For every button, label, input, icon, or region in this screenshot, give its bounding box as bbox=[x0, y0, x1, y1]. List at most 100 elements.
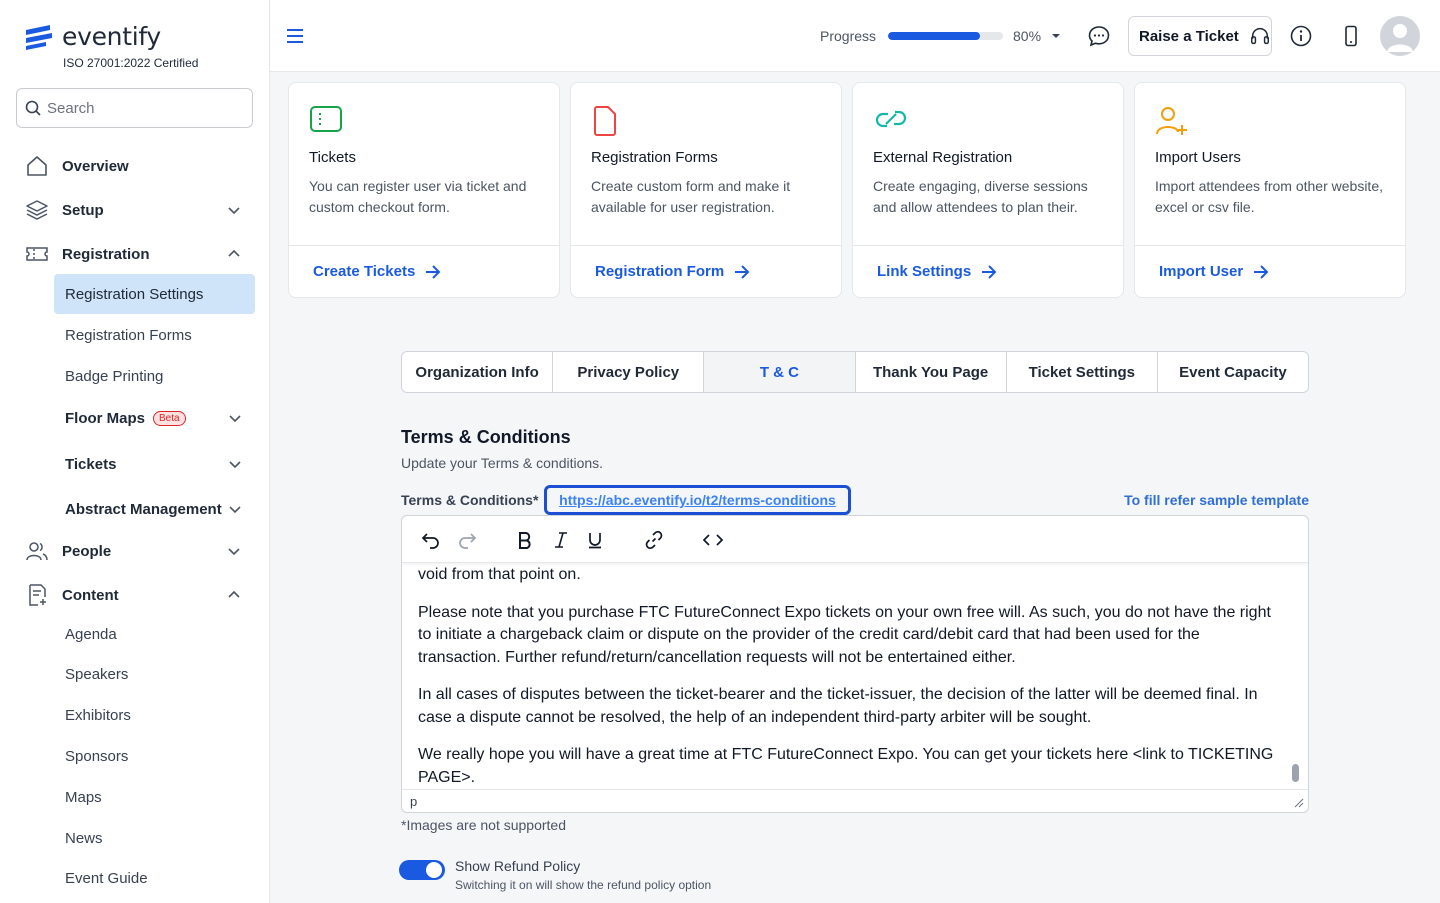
card-link-label: Link Settings bbox=[877, 263, 972, 280]
card-description: Create engaging, diverse sessions and al… bbox=[873, 178, 1088, 215]
chevron-down-icon bbox=[228, 207, 240, 215]
nav-agenda[interactable]: Agenda bbox=[54, 614, 255, 654]
nav-badge-printing[interactable]: Badge Printing bbox=[54, 356, 255, 396]
home-icon bbox=[24, 153, 50, 179]
refund-policy-toggle[interactable] bbox=[399, 860, 445, 880]
nav-content[interactable]: Content bbox=[24, 578, 254, 612]
code-view-icon[interactable] bbox=[702, 529, 724, 551]
nav-abstract-management[interactable]: Abstract Management bbox=[54, 489, 255, 529]
card-description: Create custom form and make it available… bbox=[591, 178, 791, 215]
nav-speakers[interactable]: Speakers bbox=[54, 654, 255, 694]
import-user-link[interactable]: Import User bbox=[1159, 263, 1269, 280]
sample-template-link[interactable]: To fill refer sample template bbox=[1100, 492, 1309, 508]
chevron-down-icon bbox=[229, 461, 241, 469]
terms-paragraph: In all cases of disputes between the tic… bbox=[418, 686, 1258, 726]
tab-thank-you-page[interactable]: Thank You Page bbox=[856, 352, 1007, 392]
caret-down-icon[interactable] bbox=[1050, 32, 1062, 40]
nav-exhibitors[interactable]: Exhibitors bbox=[54, 695, 255, 735]
create-tickets-link[interactable]: Create Tickets bbox=[313, 263, 441, 280]
nav-event-guide[interactable]: Event Guide bbox=[54, 858, 255, 898]
underline-icon[interactable] bbox=[584, 529, 606, 551]
nav-exhibitors-label: Exhibitors bbox=[65, 706, 131, 724]
nav-people[interactable]: People bbox=[24, 534, 254, 568]
tab-privacy-policy[interactable]: Privacy Policy bbox=[553, 352, 705, 392]
card-description: Import attendees from other website, exc… bbox=[1155, 178, 1383, 215]
scrollbar-thumb[interactable] bbox=[1292, 764, 1299, 782]
redo-icon[interactable] bbox=[456, 529, 478, 551]
nav-sponsors[interactable]: Sponsors bbox=[54, 736, 255, 776]
registration-forms-card: Registration Forms Create custom form an… bbox=[570, 82, 842, 298]
bold-icon[interactable] bbox=[514, 529, 536, 551]
editor-content[interactable]: void from that point on. Please note tha… bbox=[418, 564, 1280, 789]
raise-ticket-button[interactable]: Raise a Ticket bbox=[1128, 16, 1272, 56]
card-divider bbox=[289, 245, 559, 246]
nav-sponsors-label: Sponsors bbox=[65, 747, 129, 765]
topbar: Progress 80% Raise a Ticket bbox=[270, 0, 1440, 72]
resize-handle-icon[interactable] bbox=[1294, 798, 1304, 808]
terms-field-label: Terms & Conditions* bbox=[401, 492, 539, 508]
user-avatar-icon bbox=[1387, 24, 1413, 52]
nav-setup[interactable]: Setup bbox=[24, 193, 254, 227]
editor-scrollbar[interactable] bbox=[1292, 564, 1300, 789]
nav-news[interactable]: News bbox=[54, 818, 255, 858]
images-note: *Images are not supported bbox=[401, 817, 566, 833]
card-divider bbox=[571, 245, 841, 246]
card-link-label: Registration Form bbox=[595, 263, 725, 280]
external-registration-card: External Registration Create engaging, d… bbox=[852, 82, 1124, 298]
nav-maps[interactable]: Maps bbox=[54, 777, 255, 817]
people-icon bbox=[24, 538, 50, 564]
section-subtitle: Update your Terms & conditions. bbox=[401, 455, 604, 471]
brand-logo[interactable]: eventify bbox=[24, 22, 161, 51]
hamburger-menu-icon[interactable] bbox=[286, 28, 304, 44]
italic-icon[interactable] bbox=[550, 529, 572, 551]
tab-ticket-settings[interactable]: Ticket Settings bbox=[1007, 352, 1158, 392]
nav-registration-settings[interactable]: Registration Settings bbox=[54, 274, 255, 314]
nav-tickets[interactable]: Tickets bbox=[54, 444, 255, 484]
progress-bar bbox=[888, 32, 1003, 40]
add-user-icon bbox=[1156, 107, 1187, 135]
brand-name: eventify bbox=[62, 22, 161, 51]
tab-terms-conditions[interactable]: T & C bbox=[704, 352, 856, 392]
search-box[interactable] bbox=[16, 88, 253, 128]
nav-maps-label: Maps bbox=[65, 788, 102, 806]
eventify-logo-icon bbox=[26, 24, 52, 50]
refund-policy-label: Show Refund Policy bbox=[455, 858, 581, 874]
arrow-right-icon bbox=[735, 264, 750, 279]
link-settings-link[interactable]: Link Settings bbox=[877, 263, 997, 280]
search-input[interactable] bbox=[47, 99, 237, 117]
tab-event-capacity[interactable]: Event Capacity bbox=[1158, 352, 1308, 392]
nav-event-guide-label: Event Guide bbox=[65, 869, 148, 887]
info-icon[interactable] bbox=[1289, 24, 1313, 48]
arrow-right-icon bbox=[982, 264, 997, 279]
nav-registration-forms[interactable]: Registration Forms bbox=[54, 315, 255, 355]
nav-registration[interactable]: Registration bbox=[24, 237, 254, 271]
tab-organization-info[interactable]: Organization Info bbox=[402, 352, 554, 392]
progress-percent: 80% bbox=[1013, 28, 1042, 44]
registration-form-link[interactable]: Registration Form bbox=[595, 263, 750, 280]
headset-icon bbox=[1250, 28, 1269, 45]
chat-icon[interactable] bbox=[1087, 24, 1111, 48]
card-link-label: Create Tickets bbox=[313, 263, 416, 280]
insert-link-icon[interactable] bbox=[643, 529, 665, 551]
ticket-outline-icon bbox=[24, 241, 50, 267]
avatar[interactable] bbox=[1380, 16, 1420, 56]
nav-overview[interactable]: Overview bbox=[24, 149, 254, 183]
nav-registration-settings-label: Registration Settings bbox=[65, 285, 204, 303]
nav-speakers-label: Speakers bbox=[65, 665, 129, 683]
document-icon bbox=[594, 106, 616, 136]
nav-setup-label: Setup bbox=[62, 201, 104, 219]
nav-registration-label: Registration bbox=[62, 245, 150, 263]
nav-overview-label: Overview bbox=[62, 157, 129, 175]
nav-floor-maps[interactable]: Floor Maps Beta bbox=[54, 398, 255, 438]
mobile-icon[interactable] bbox=[1339, 24, 1363, 48]
nav-content-label: Content bbox=[62, 586, 119, 604]
terms-url-link[interactable]: https://abc.eventify.io/t2/terms-conditi… bbox=[544, 485, 851, 515]
card-title: External Registration bbox=[873, 149, 1013, 166]
rich-text-editor[interactable]: void from that point on. Please note tha… bbox=[401, 515, 1309, 813]
section-title: Terms & Conditions bbox=[401, 427, 571, 447]
arrow-right-icon bbox=[426, 264, 441, 279]
element-path: p bbox=[410, 794, 418, 809]
nav-abstract-management-label: Abstract Management bbox=[65, 500, 222, 518]
undo-icon[interactable] bbox=[420, 529, 442, 551]
layers-icon bbox=[24, 197, 50, 223]
